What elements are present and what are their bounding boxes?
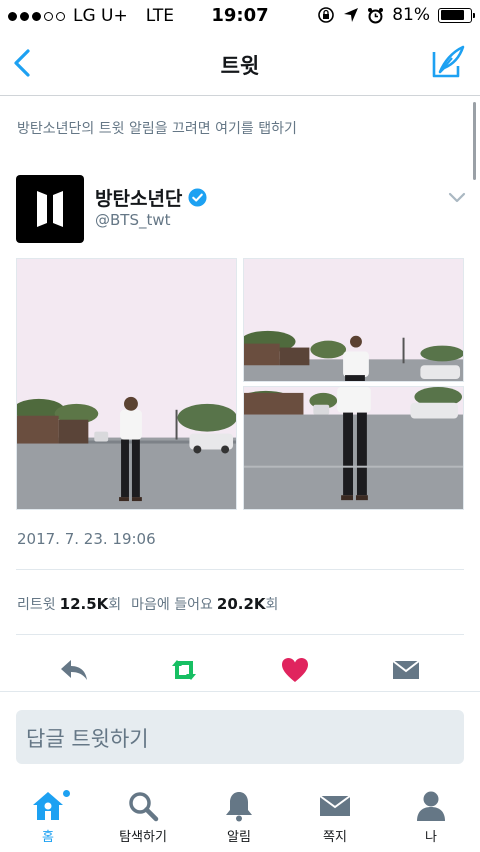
like-count: 20.2K xyxy=(216,595,266,613)
tweet-actions xyxy=(0,650,480,690)
photo-1-image xyxy=(17,259,236,509)
new-content-dot xyxy=(63,790,70,797)
navigation-bar: 트윗 xyxy=(0,32,480,96)
page-title: 트윗 xyxy=(220,54,260,78)
bts-logo-icon xyxy=(37,191,63,227)
retweet-count: 12.5K xyxy=(59,595,109,613)
photo-3-image xyxy=(244,387,463,509)
chevron-down-icon[interactable] xyxy=(448,190,466,204)
reply-input[interactable]: 답글 트윗하기 xyxy=(16,710,464,764)
tweet-stats[interactable]: 리트윗 12.5K 회 마음에 들어요 20.2K 회 xyxy=(17,594,278,614)
battery-icon xyxy=(438,7,475,23)
tweet-photo-3[interactable] xyxy=(243,386,464,510)
tab-bar: 홈 탐색하기 알림 쪽지 나 xyxy=(0,779,480,852)
verified-badge-icon xyxy=(188,188,207,207)
status-right: 81% xyxy=(317,5,475,25)
tweet-timestamp: 2017. 7. 23. 19:06 xyxy=(17,530,156,548)
scroll-indicator[interactable] xyxy=(473,102,476,180)
like-stat-label: 마음에 들어요 xyxy=(131,597,213,613)
envelope-icon xyxy=(319,795,351,816)
location-arrow-icon xyxy=(344,8,359,22)
notification-toggle-link[interactable]: 방탄소년단의 트윗 알림을 끄려면 여기를 탭하기 xyxy=(17,118,297,138)
home-icon xyxy=(33,792,63,820)
author-handle[interactable]: @BTS_twt xyxy=(95,211,171,229)
tab-messages-label: 쪽지 xyxy=(323,830,347,845)
tab-explore-label: 탐색하기 xyxy=(119,830,167,845)
tab-me-label: 나 xyxy=(425,830,437,845)
rotation-lock-icon xyxy=(318,7,335,23)
tab-home[interactable]: 홈 xyxy=(0,789,98,845)
tab-home-label: 홈 xyxy=(42,830,54,845)
divider xyxy=(16,569,464,570)
reply-bar-container: 답글 트윗하기 xyxy=(0,691,480,779)
retweet-unit: 회 xyxy=(108,597,122,613)
author-name[interactable]: 방탄소년단 xyxy=(95,184,182,211)
tab-messages[interactable]: 쪽지 xyxy=(285,789,385,845)
tab-explore[interactable]: 탐색하기 xyxy=(93,789,193,845)
tweet-photo-2[interactable] xyxy=(243,258,464,382)
alarm-clock-icon xyxy=(368,7,384,23)
reply-icon[interactable] xyxy=(58,654,90,686)
tweet-photo-1[interactable] xyxy=(16,258,237,510)
retweet-icon[interactable] xyxy=(168,654,200,686)
compose-tweet-icon[interactable] xyxy=(430,44,466,80)
retweet-stat-label: 리트윗 xyxy=(17,597,56,613)
direct-message-icon[interactable] xyxy=(390,654,422,686)
divider xyxy=(16,634,464,635)
heart-icon[interactable] xyxy=(279,654,311,686)
like-unit: 회 xyxy=(265,597,279,613)
battery-fill xyxy=(440,10,464,20)
battery-percent: 81% xyxy=(392,5,430,25)
photo-2-image xyxy=(244,259,463,381)
avatar[interactable] xyxy=(16,175,84,243)
status-bar: LG U+ LTE 19:07 81% xyxy=(0,0,480,32)
search-icon xyxy=(129,792,159,822)
author-name-row[interactable]: 방탄소년단 xyxy=(95,184,207,211)
tab-me[interactable]: 나 xyxy=(381,789,480,845)
tab-notifications[interactable]: 알림 xyxy=(189,789,289,845)
bell-icon xyxy=(226,792,252,822)
person-icon xyxy=(417,791,445,821)
tab-notifications-label: 알림 xyxy=(227,830,251,845)
